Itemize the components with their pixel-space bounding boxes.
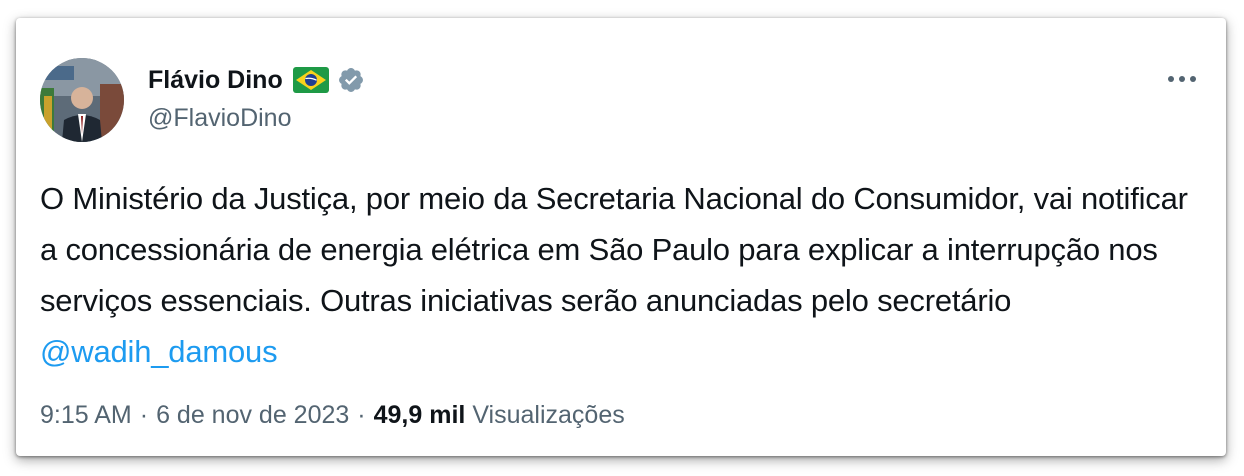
tweet-body: O Ministério da Justiça, por meio da Sec… — [40, 181, 1188, 318]
tweet-card: Flávio Dino @FlavioDino O Ministério da … — [16, 18, 1226, 456]
brazil-flag-icon — [292, 67, 329, 93]
tweet-date[interactable]: 6 de nov de 2023 — [156, 401, 349, 430]
verified-badge-icon — [337, 66, 365, 94]
more-options-button[interactable] — [1164, 64, 1200, 94]
views-count[interactable]: 49,9 mil — [374, 401, 466, 430]
avatar[interactable] — [40, 58, 124, 142]
views-label: Visualizações — [472, 401, 625, 429]
author-row: Flávio Dino — [148, 64, 365, 96]
meta-separator: · — [357, 401, 366, 429]
mention-link[interactable]: @wadih_damous — [40, 334, 278, 369]
tweet-time[interactable]: 9:15 AM — [40, 401, 132, 430]
author-name[interactable]: Flávio Dino — [148, 66, 283, 95]
author-handle[interactable]: @FlavioDino — [148, 104, 291, 133]
more-dots-icon — [1168, 76, 1196, 82]
meta-separator: · — [139, 401, 149, 429]
tweet-text: O Ministério da Justiça, por meio da Sec… — [40, 173, 1200, 377]
tweet-metadata: 9:15 AM · 6 de nov de 2023 · 49,9 mil Vi… — [40, 401, 625, 430]
